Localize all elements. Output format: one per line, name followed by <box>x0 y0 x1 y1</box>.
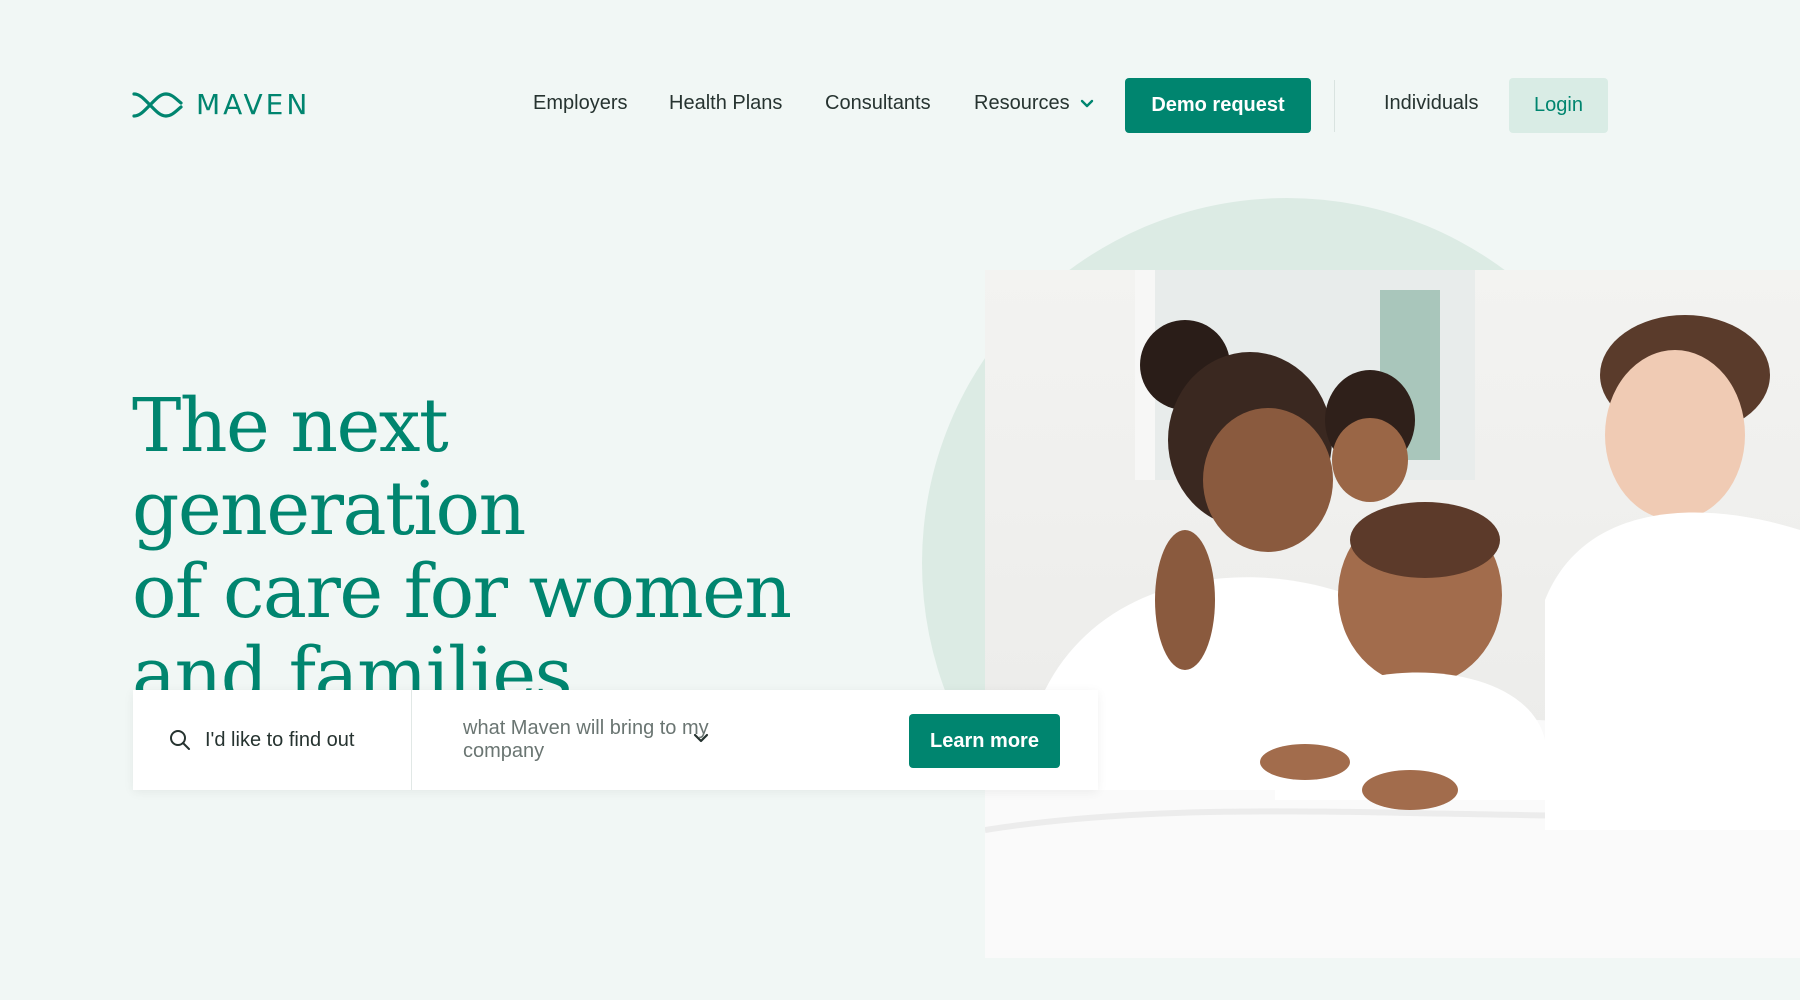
hero-headline: The next generation of care for women an… <box>132 385 832 717</box>
maven-logo-icon <box>132 91 183 118</box>
nav-health-plans[interactable]: Health Plans <box>669 92 782 115</box>
logo-wordmark: MAVEN <box>196 88 311 121</box>
nav-employers[interactable]: Employers <box>533 92 627 115</box>
chevron-down-icon <box>1080 99 1093 107</box>
maven-logo[interactable]: MAVEN <box>132 88 310 121</box>
find-out-label: I'd like to find out <box>205 728 355 751</box>
family-photo-illustration <box>985 270 1800 958</box>
family-photo <box>985 270 1800 958</box>
find-out-selected-value: what Maven will bring to my company <box>463 717 709 762</box>
nav-resources[interactable]: Resources <box>974 92 1094 115</box>
page: MAVEN Employers Health Plans Consultants… <box>0 0 1800 1000</box>
learn-more-button[interactable]: Learn more <box>909 714 1060 768</box>
demo-request-button[interactable]: Demo request <box>1125 78 1311 133</box>
nav-individuals[interactable]: Individuals <box>1384 92 1479 115</box>
find-out-bar: I'd like to find out what Maven will bri… <box>133 690 1098 790</box>
nav-divider <box>1334 80 1335 132</box>
find-out-select[interactable]: what Maven will bring to my company <box>413 690 778 790</box>
nav-resources-label: Resources <box>974 92 1070 114</box>
hero-headline-line1: The next generation <box>132 383 526 552</box>
find-out-label-area: I'd like to find out <box>133 690 412 790</box>
hero-headline-line2: of care for women <box>132 549 792 635</box>
login-button[interactable]: Login <box>1509 78 1608 133</box>
search-icon <box>170 730 190 750</box>
nav-consultants[interactable]: Consultants <box>825 92 931 115</box>
chevron-down-icon[interactable] <box>693 732 709 744</box>
